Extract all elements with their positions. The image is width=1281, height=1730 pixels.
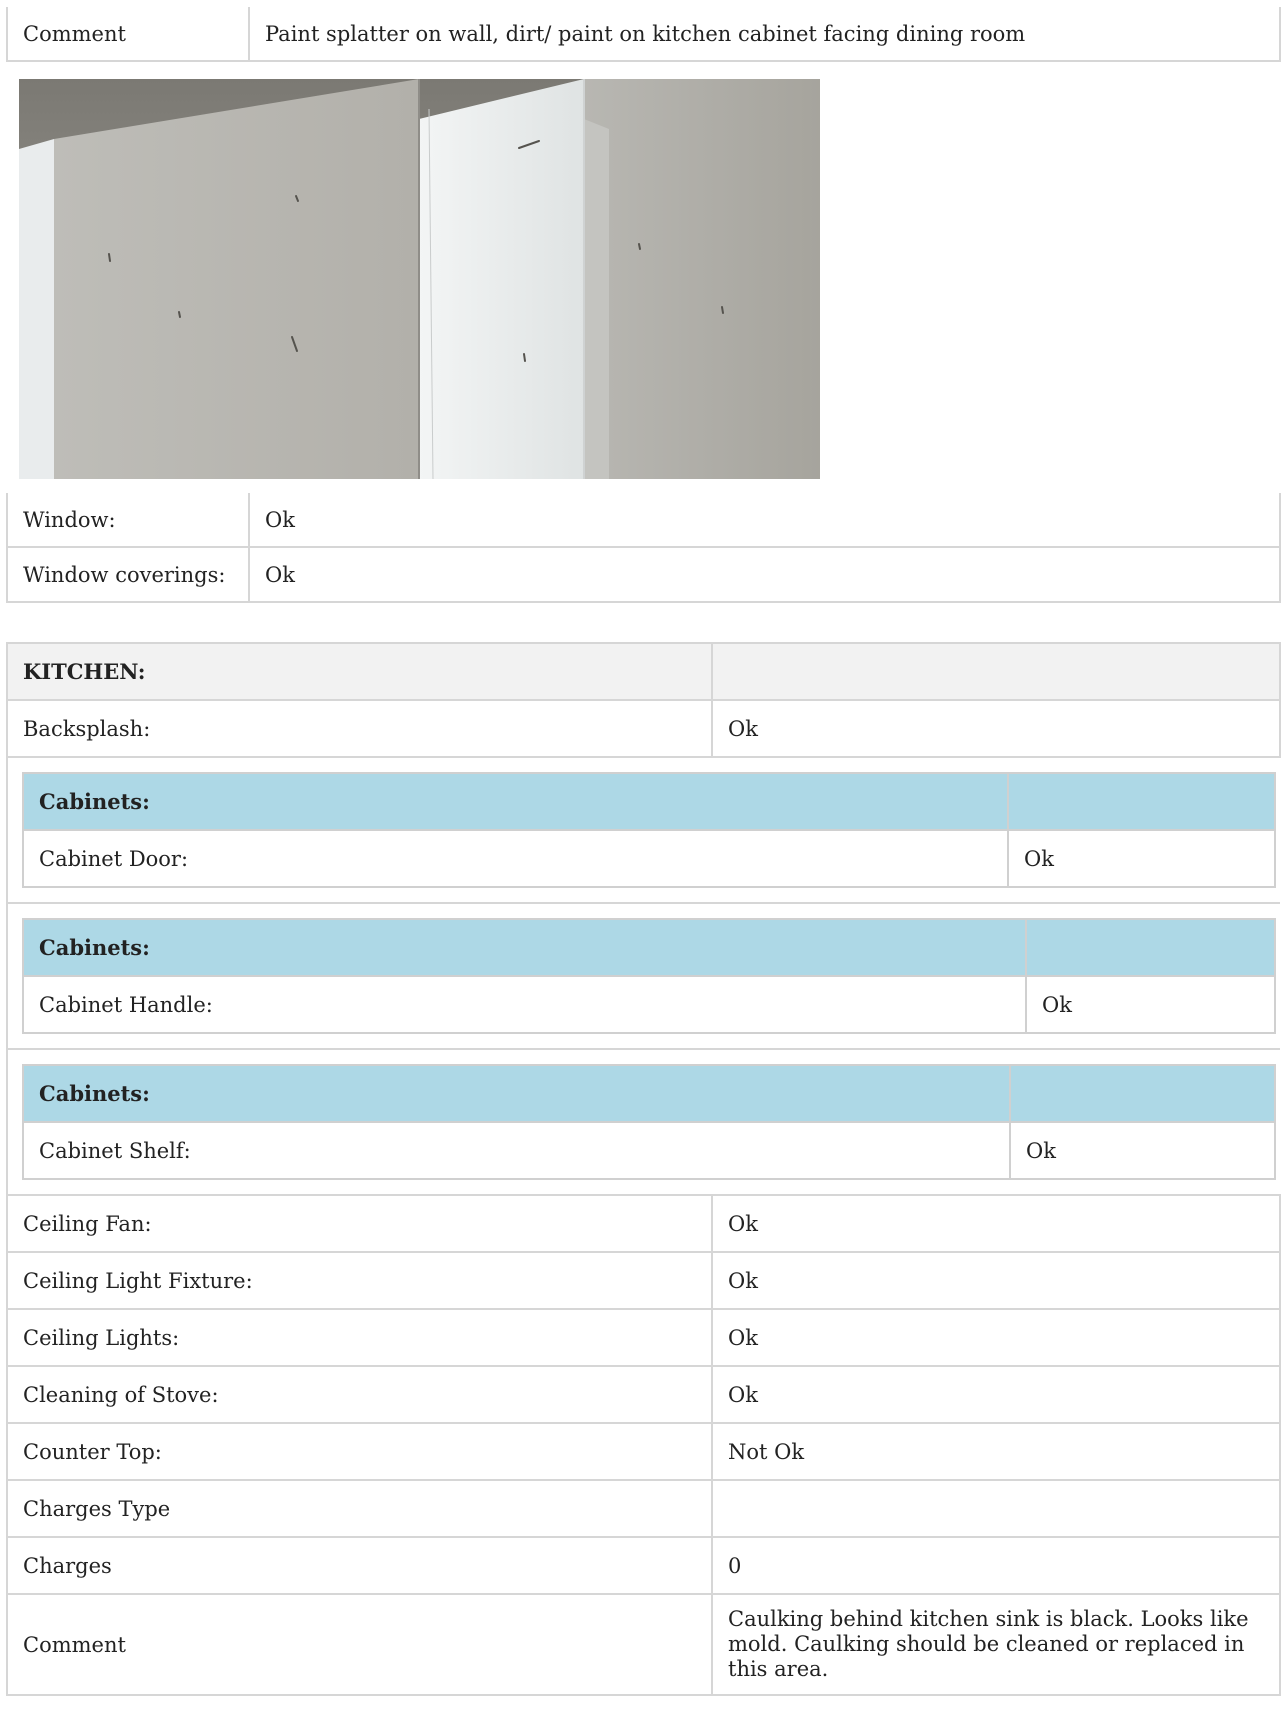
row-value: Ok [1009,1121,1276,1180]
room-items-table: Window: Ok Window coverings: Ok [6,493,1281,603]
cabinet-group-row: Cabinets: Cabinet Shelf: Ok [6,1048,1280,1196]
row-value: Ok [1007,829,1276,888]
cabinet-group-header-value [1025,918,1276,977]
cabinet-group-header: Cabinets: [22,772,1276,831]
row-value: Ok [248,546,1281,603]
table-row: Comment Caulking behind kitchen sink is … [6,1593,1281,1696]
kitchen-section: KITCHEN: Backsplash: Ok Cabinets: Cabine… [6,642,1281,1696]
row-label: Backsplash: [6,699,713,758]
cabinet-group-header: Cabinets: [22,918,1276,977]
row-label: Cabinet Handle: [22,975,1027,1034]
row-label: Window: [6,493,250,548]
row-label: Window coverings: [6,546,250,603]
table-row: Charges 0 [6,1536,1281,1595]
row-label: Ceiling Lights: [6,1308,713,1367]
row-value: Ok [711,699,1281,758]
row-label: Ceiling Fan: [6,1194,713,1253]
table-row: Comment Paint splatter on wall, dirt/ pa… [6,7,1281,62]
row-label: Cabinet Door: [22,829,1009,888]
cabinet-group-row: Cabinets: Cabinet Handle: Ok [6,902,1280,1050]
cabinet-group-header: Cabinets: [22,1064,1276,1123]
row-value [711,1479,1281,1538]
row-value: Paint splatter on wall, dirt/ paint on k… [248,7,1281,62]
table-row: Cabinet Shelf: Ok [22,1121,1276,1180]
table-row: Window coverings: Ok [6,546,1281,603]
cabinet-group-door: Cabinets: Cabinet Door: Ok [22,772,1276,888]
row-value: Ok [711,1308,1281,1367]
table-row: Cabinet Door: Ok [22,829,1276,888]
table-row: Window: Ok [6,493,1281,548]
row-value: 0 [711,1536,1281,1595]
row-value: Ok [1025,975,1276,1034]
cabinet-group-title: Cabinets: [22,1064,1011,1123]
table-row: Ceiling Lights: Ok [6,1308,1281,1367]
row-label: Ceiling Light Fixture: [6,1251,713,1310]
row-label: Charges Type [6,1479,713,1538]
cabinet-group-handle: Cabinets: Cabinet Handle: Ok [22,918,1276,1034]
row-value: Ok [711,1365,1281,1424]
row-label: Comment [6,7,250,62]
cabinet-group-title: Cabinets: [22,918,1027,977]
kitchen-title: KITCHEN: [6,642,713,701]
row-value: Caulking behind kitchen sink is black. L… [711,1593,1281,1696]
row-value: Ok [711,1251,1281,1310]
table-row: Cleaning of Stove: Ok [6,1365,1281,1424]
cabinet-group-header-value [1009,1064,1276,1123]
row-value: Ok [711,1194,1281,1253]
table-row: Cabinet Handle: Ok [22,975,1276,1034]
table-row: Counter Top: Not Ok [6,1422,1281,1481]
inspection-photo[interactable] [19,79,820,479]
table-row: Ceiling Fan: Ok [6,1194,1281,1253]
row-label: Cleaning of Stove: [6,1365,713,1424]
row-value: Ok [248,493,1281,548]
row-label: Charges [6,1536,713,1595]
cabinet-group-row: Cabinets: Cabinet Door: Ok [6,756,1280,904]
top-comment-table: Comment Paint splatter on wall, dirt/ pa… [6,7,1281,62]
row-label: Counter Top: [6,1422,713,1481]
cabinet-group-title: Cabinets: [22,772,1009,831]
wall-photo-image [19,79,820,479]
table-row: Charges Type [6,1479,1281,1538]
table-row: Ceiling Light Fixture: Ok [6,1251,1281,1310]
cabinet-group-header-value [1007,772,1276,831]
kitchen-header-row: KITCHEN: [6,642,1281,701]
row-label: Comment [6,1593,713,1696]
row-value: Not Ok [711,1422,1281,1481]
cabinet-group-shelf: Cabinets: Cabinet Shelf: Ok [22,1064,1276,1180]
kitchen-header-value [711,642,1281,701]
table-row: Backsplash: Ok [6,699,1281,758]
row-label: Cabinet Shelf: [22,1121,1011,1180]
